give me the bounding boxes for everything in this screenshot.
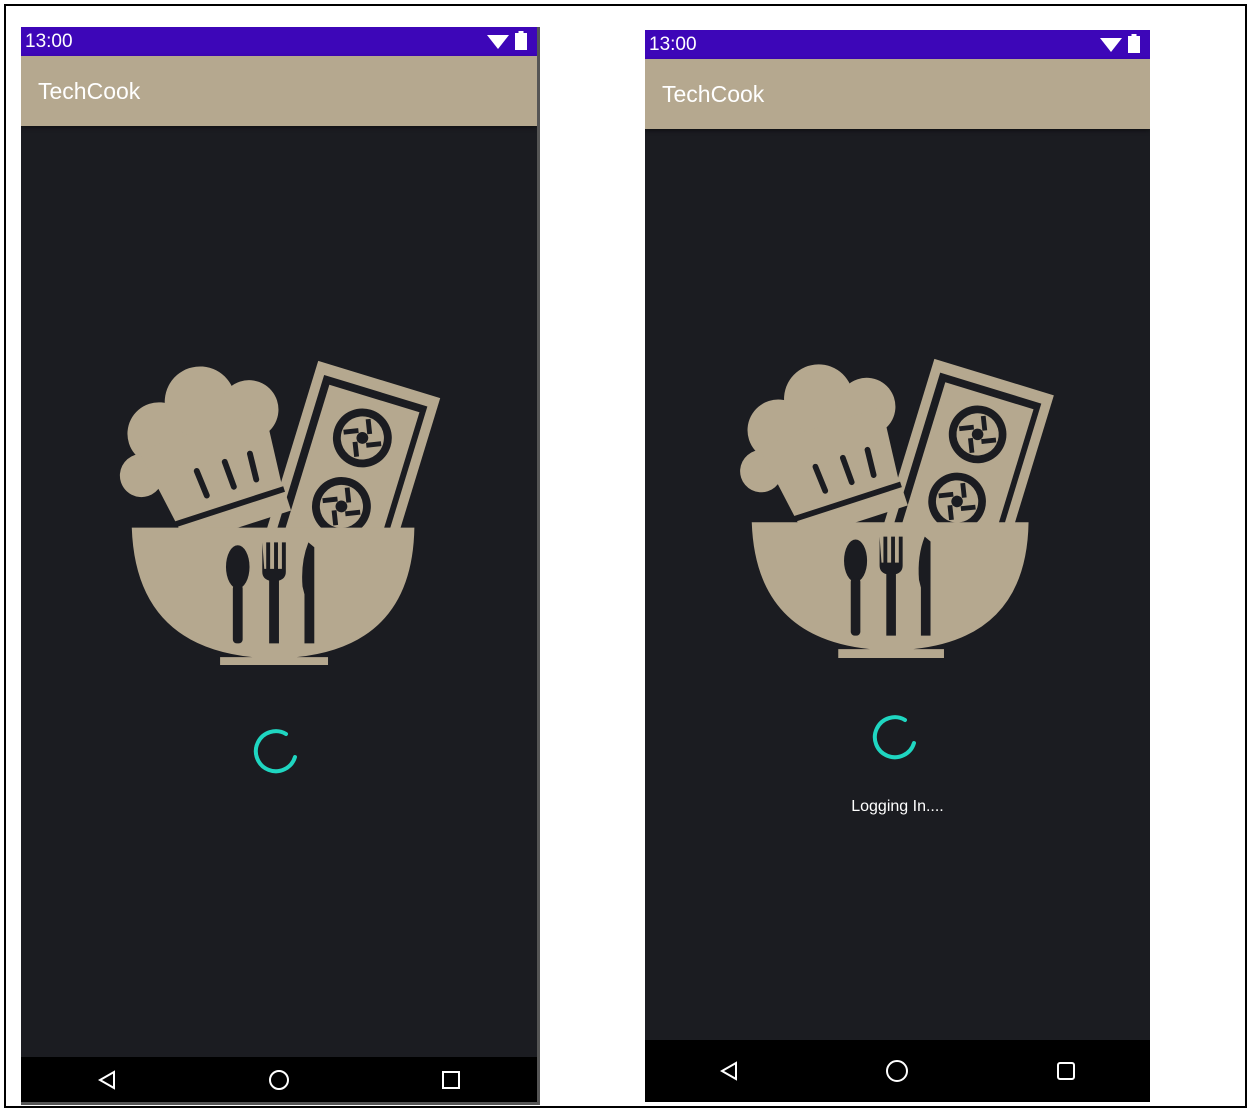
back-icon — [97, 1069, 115, 1090]
app-bar: TechCook — [21, 56, 537, 126]
home-icon — [886, 1060, 909, 1082]
back-button[interactable] — [709, 1051, 749, 1091]
status-time: 13:00 — [25, 30, 73, 52]
app-title: TechCook — [38, 77, 141, 104]
logging-in-text: Logging In.... — [851, 798, 944, 815]
app-bar: TechCook — [645, 59, 1150, 129]
phone-screen-loading: 13:00 TechCook — [21, 27, 540, 1105]
home-button[interactable] — [877, 1051, 917, 1091]
home-button[interactable] — [259, 1060, 299, 1100]
battery-icon — [515, 31, 527, 50]
app-title: TechCook — [662, 80, 765, 107]
status-time: 13:00 — [649, 33, 697, 55]
home-icon — [269, 1069, 289, 1090]
back-button[interactable] — [87, 1060, 127, 1100]
recents-icon — [442, 1070, 460, 1089]
wifi-icon — [1100, 37, 1122, 52]
status-bar: 13:00 — [645, 30, 1150, 59]
status-bar: 13:00 — [21, 27, 537, 56]
navigation-bar — [21, 1057, 537, 1102]
phone-screen-logging-in: 13:00 TechCook Logging In.... — [645, 30, 1150, 1102]
recents-button[interactable] — [431, 1060, 471, 1100]
recents-icon — [1056, 1062, 1075, 1080]
recents-button[interactable] — [1046, 1051, 1086, 1091]
loading-spinner — [872, 715, 916, 760]
chef-hat-bowl-logo — [740, 358, 1054, 658]
wifi-icon — [487, 34, 509, 49]
back-icon — [720, 1061, 738, 1081]
chef-hat-bowl-logo — [119, 360, 441, 665]
loading-spinner — [253, 729, 297, 774]
navigation-bar — [645, 1040, 1150, 1102]
battery-icon — [1128, 34, 1140, 53]
